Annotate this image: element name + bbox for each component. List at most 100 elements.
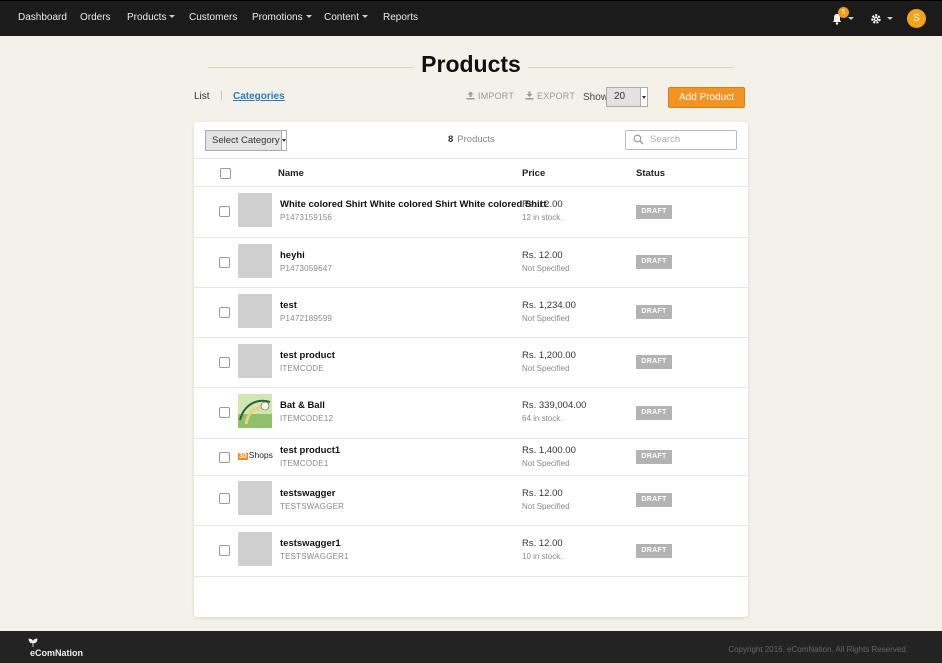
nav-dashboard[interactable]: Dashboard: [18, 12, 67, 23]
category-select[interactable]: Select Category: [205, 130, 287, 151]
product-stock: Not Specified: [522, 459, 570, 468]
nav-promotions-label: Promotions: [252, 12, 303, 23]
chevron-down-icon: [281, 131, 286, 150]
product-image-graphic: [238, 394, 272, 428]
select-all-checkbox[interactable]: [220, 168, 231, 179]
download-icon: [525, 91, 534, 100]
product-code: P1473059647: [280, 264, 333, 273]
row-checkbox[interactable]: [219, 307, 230, 318]
search-input[interactable]: Search: [625, 130, 737, 150]
product-thumbnail: [238, 344, 272, 378]
page-size-value: 20: [614, 91, 626, 102]
product-stock: Not Specified: [522, 264, 570, 273]
product-name[interactable]: testswagger1: [280, 538, 341, 549]
category-select-value: Select Category: [212, 135, 280, 146]
row-checkbox[interactable]: [219, 257, 230, 268]
product-price: Rs. 12.00: [522, 250, 563, 261]
table-row[interactable]: test P1472189599 Rs. 1,234.00 Not Specif…: [194, 288, 748, 338]
nav-orders[interactable]: Orders: [80, 12, 111, 23]
notification-badge: 5: [838, 7, 849, 18]
product-name[interactable]: Bat & Ball: [280, 400, 325, 411]
product-name[interactable]: test product1: [280, 445, 340, 456]
status-badge: DRAFT: [636, 406, 672, 420]
tab-separator: |: [220, 90, 223, 101]
chevron-down-icon: [169, 15, 176, 18]
chevron-down-icon: [305, 15, 312, 18]
shops-logo-badge: 30: [238, 453, 248, 460]
product-thumbnail: [238, 294, 272, 328]
export-label: EXPORT: [537, 91, 576, 101]
product-count-label: Products: [457, 134, 495, 145]
product-stock: 12 in stock.: [522, 213, 563, 222]
product-name[interactable]: test: [280, 300, 297, 311]
show-label: Show: [583, 92, 609, 103]
gear-icon[interactable]: [870, 13, 882, 25]
product-count-number: 8: [448, 134, 454, 145]
search-icon: [633, 134, 644, 145]
copyright-text: Copyright 2016, eComNation. All Rights R…: [728, 645, 908, 654]
table-row[interactable]: heyhi P1473059647 Rs. 12.00 Not Specifie…: [194, 238, 748, 288]
product-name[interactable]: testswagger: [280, 488, 335, 499]
product-stock: Not Specified: [522, 364, 570, 373]
table-header: Name Price Status: [194, 158, 748, 187]
search-placeholder: Search: [650, 134, 681, 145]
row-checkbox[interactable]: [219, 545, 230, 556]
table-row[interactable]: Bat & Ball ITEMCODE12 Rs. 339,004.00 64 …: [194, 388, 748, 439]
export-button[interactable]: EXPORT: [525, 91, 575, 101]
row-checkbox[interactable]: [219, 357, 230, 368]
product-code: ITEMCODE: [280, 364, 324, 373]
row-checkbox[interactable]: [219, 493, 230, 504]
product-price: Rs. 12.00: [522, 488, 563, 499]
product-name[interactable]: heyhi: [280, 250, 305, 261]
product-price: Rs. 1,400.00: [522, 445, 576, 456]
status-badge: DRAFT: [636, 255, 672, 269]
nav-content-label: Content: [324, 12, 360, 23]
product-price: Rs. 1,234.00: [522, 300, 576, 311]
product-code: P1472189599: [280, 314, 333, 323]
row-checkbox[interactable]: [219, 206, 230, 217]
page-size-select[interactable]: 20: [606, 87, 648, 107]
product-count: 8 Products: [448, 134, 495, 145]
tab-list[interactable]: List: [194, 91, 210, 102]
nav-content[interactable]: Content: [324, 12, 369, 23]
status-badge: DRAFT: [636, 493, 672, 507]
footer-brand-logo[interactable]: eComNation: [30, 648, 83, 658]
status-badge: DRAFT: [636, 544, 672, 558]
column-header-name[interactable]: Name: [278, 168, 304, 179]
chevron-down-icon: [640, 88, 647, 106]
avatar[interactable]: S: [907, 9, 926, 28]
product-thumbnail: [238, 193, 272, 227]
status-badge: DRAFT: [636, 355, 672, 369]
product-stock: Not Specified: [522, 502, 570, 511]
product-stock: Not Specified: [522, 314, 570, 323]
table-row[interactable]: White colored Shirt White colored Shirt …: [194, 187, 748, 238]
product-stock: 10 in stock.: [522, 552, 563, 561]
import-button[interactable]: IMPORT: [466, 91, 514, 101]
product-price: Rs. 12.00: [522, 538, 563, 549]
nav-products[interactable]: Products: [127, 12, 176, 23]
row-checkbox[interactable]: [219, 452, 230, 463]
nav-promotions[interactable]: Promotions: [252, 12, 312, 23]
table-row[interactable]: testswagger1 TESTSWAGGER1 Rs. 12.00 10 i…: [194, 526, 748, 577]
nav-reports[interactable]: Reports: [383, 12, 418, 23]
product-price: Rs. 12.00: [522, 199, 563, 210]
product-name[interactable]: test product: [280, 350, 335, 361]
product-price: Rs. 1,200.00: [522, 350, 576, 361]
row-checkbox[interactable]: [219, 407, 230, 418]
product-name[interactable]: White colored Shirt White colored Shirt …: [280, 199, 547, 210]
product-code: TESTSWAGGER: [280, 502, 345, 511]
product-price: Rs. 339,004.00: [522, 400, 587, 411]
tab-categories[interactable]: Categories: [233, 91, 285, 102]
product-image: [238, 394, 272, 428]
column-header-price[interactable]: Price: [522, 168, 545, 179]
table-row[interactable]: 30 Shops test product1 ITEMCODE1 Rs. 1,40…: [194, 439, 748, 476]
table-row[interactable]: testswagger TESTSWAGGER Rs. 12.00 Not Sp…: [194, 476, 748, 526]
product-thumbnail: [238, 481, 272, 515]
table-row[interactable]: test product ITEMCODE Rs. 1,200.00 Not S…: [194, 338, 748, 388]
nav-customers[interactable]: Customers: [189, 12, 237, 23]
add-product-button[interactable]: Add Product: [668, 87, 745, 108]
column-header-status[interactable]: Status: [636, 168, 665, 179]
leaf-logo-icon: [28, 638, 38, 647]
shops-logo: 30 Shops: [238, 450, 274, 462]
product-code: P1473159156: [280, 213, 333, 222]
